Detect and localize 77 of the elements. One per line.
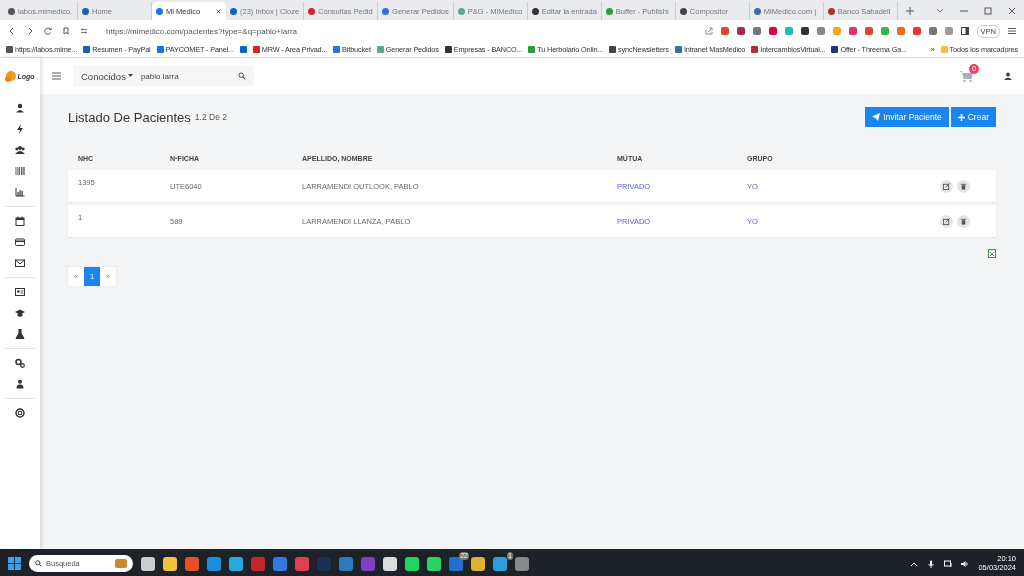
maximize-icon[interactable]	[984, 7, 992, 15]
bookmark-icon[interactable]	[239, 46, 247, 53]
site-settings-icon[interactable]	[80, 27, 88, 35]
network-icon[interactable]	[944, 559, 953, 568]
paper-plane-icon	[872, 113, 881, 121]
sidebar-icon[interactable]	[960, 27, 969, 35]
record-range: 1.2 De 2	[194, 112, 227, 122]
reload-icon[interactable]	[44, 27, 52, 35]
delete-button[interactable]	[957, 214, 970, 228]
user-icon[interactable]	[15, 103, 25, 113]
taskbar-app-icon[interactable]	[229, 556, 243, 571]
taskbar-app-icon[interactable]	[493, 556, 507, 571]
favicon-icon	[457, 7, 465, 15]
favicon-icon	[230, 7, 237, 15]
bar-chart-icon[interactable]	[15, 187, 25, 197]
page-title: Listado De Pacientes	[68, 109, 191, 125]
favicon-icon	[156, 7, 163, 15]
id-card-icon[interactable]	[15, 287, 25, 297]
taskbar-app-icon[interactable]	[141, 556, 155, 571]
delete-button[interactable]	[957, 179, 970, 193]
share-icon[interactable]	[704, 27, 713, 35]
close-icon[interactable]	[1008, 7, 1016, 15]
trash-icon	[960, 217, 967, 225]
favicon-icon	[8, 7, 15, 15]
favicon-icon	[531, 7, 539, 15]
envelope-icon[interactable]	[15, 258, 25, 268]
gears-icon[interactable]	[15, 358, 25, 368]
spreadsheet-icon[interactable]	[988, 249, 996, 258]
filter-dropdown[interactable]: Conocidos	[81, 70, 133, 82]
taskbar-app-icon[interactable]	[427, 556, 441, 571]
bolt-icon[interactable]	[15, 124, 25, 134]
address-field[interactable]: https://mimedico.com/pacientes?type=&q=pablo+larra	[106, 26, 297, 36]
taskbar-app-icon[interactable]	[405, 556, 419, 571]
forward-icon[interactable]	[26, 27, 34, 35]
trash-icon	[960, 182, 967, 190]
favicon-icon	[382, 7, 390, 15]
back-icon[interactable]	[8, 27, 16, 35]
start-icon[interactable]	[8, 557, 21, 570]
logo-icon	[5, 70, 18, 82]
bookmark-icon[interactable]	[62, 27, 70, 35]
lifebuoy-icon[interactable]	[15, 408, 25, 418]
users-icon[interactable]	[15, 145, 25, 155]
menu-icon[interactable]	[1008, 27, 1016, 35]
favicon-icon	[679, 7, 687, 15]
favicon-icon	[827, 7, 835, 15]
calendar-icon[interactable]	[15, 216, 25, 226]
briefcase-icon	[115, 559, 127, 568]
close-icon[interactable]	[215, 7, 222, 15]
graduation-cap-icon[interactable]	[15, 308, 25, 318]
favicon-icon	[82, 7, 89, 15]
chevron-down-icon[interactable]	[936, 7, 944, 15]
search-field[interactable]: Conocidos pablo larra	[73, 66, 254, 86]
user-icon[interactable]	[1004, 72, 1012, 80]
taskbar-app-icon[interactable]	[163, 556, 177, 571]
edit-button[interactable]	[940, 179, 953, 193]
cart-icon[interactable]	[959, 69, 974, 83]
search-icon[interactable]	[238, 72, 246, 80]
edit-button[interactable]	[940, 214, 953, 228]
invite-button[interactable]: Invitar Paciente	[865, 107, 949, 127]
create-button[interactable]: Crear	[950, 107, 996, 127]
edit-icon	[943, 217, 950, 225]
plus-icon	[957, 113, 965, 121]
taskbar-app-icon[interactable]	[383, 556, 397, 571]
edit-icon	[943, 182, 950, 190]
favicon-icon	[753, 7, 761, 15]
search-icon	[35, 560, 42, 567]
doctor-icon[interactable]	[15, 379, 25, 389]
favicon-icon	[605, 7, 613, 15]
speaker-icon[interactable]	[961, 559, 970, 568]
credit-card-icon[interactable]	[15, 237, 25, 247]
caret-icon	[127, 74, 133, 78]
taskbar-app-icon[interactable]	[471, 556, 485, 571]
plus-icon[interactable]	[905, 7, 914, 15]
favicon-icon	[308, 7, 316, 15]
microphone-icon[interactable]	[927, 559, 936, 568]
flask-icon[interactable]	[15, 329, 25, 339]
barcode-icon[interactable]	[15, 166, 25, 176]
